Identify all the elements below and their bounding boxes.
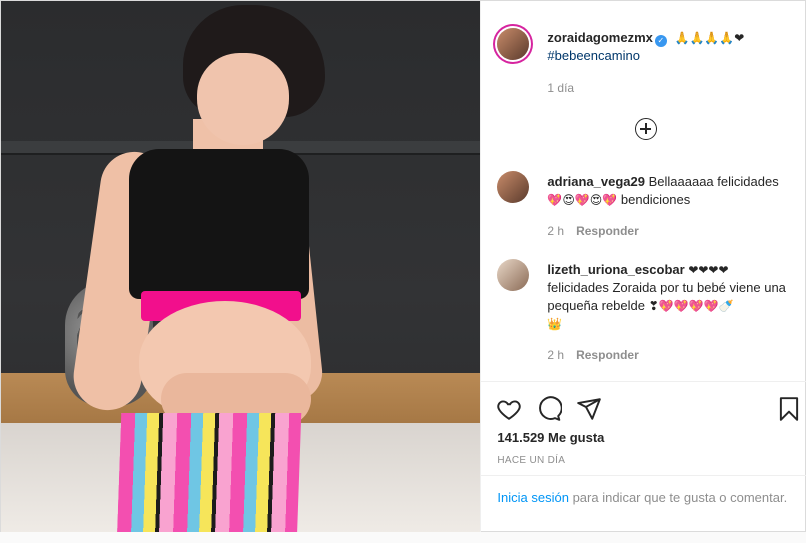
comment-username[interactable]: lizeth_uriona_escobar bbox=[547, 262, 684, 277]
photo-skirt bbox=[116, 413, 302, 532]
comment-emojis: 💖😍💖😍💖 bbox=[547, 193, 618, 207]
comment-avatar[interactable] bbox=[497, 259, 530, 291]
reply-button[interactable]: Responder bbox=[576, 224, 639, 238]
comment-emojis-2: ❣💖💖💖💖🍼 bbox=[648, 299, 734, 313]
post-timestamp: HACE UN DÍA bbox=[497, 455, 566, 466]
instagram-post: zoraidagomezmx ✓ 🙏🙏🙏🙏❤ #bebeencamino 1 dí… bbox=[0, 0, 806, 532]
comment-avatar[interactable] bbox=[497, 171, 530, 203]
comment-time: 2 h bbox=[547, 224, 565, 238]
post-caption: zoraidagomezmx ✓ 🙏🙏🙏🙏❤ #bebeencamino bbox=[547, 29, 787, 65]
comment-time: 2 h bbox=[547, 348, 565, 362]
comment-item: adriana_vega29 Bellaaaaaa felicidades 💖😍… bbox=[547, 173, 787, 209]
caption-time: 1 día bbox=[547, 81, 575, 95]
likes-count[interactable]: 141.529 Me gusta bbox=[497, 430, 604, 445]
login-prompt: Inicia sesión para indicar que te gusta … bbox=[481, 475, 806, 519]
plus-circle-icon[interactable] bbox=[635, 118, 658, 140]
comment-icon[interactable] bbox=[536, 396, 563, 422]
post-photo[interactable] bbox=[1, 1, 481, 532]
author-username[interactable]: zoraidagomezmx bbox=[547, 30, 652, 45]
share-icon[interactable] bbox=[576, 396, 602, 422]
comment-text: Bellaaaaaa felicidades bbox=[648, 174, 779, 189]
bookmark-icon[interactable] bbox=[776, 396, 802, 422]
comment-meta: 2 h Responder bbox=[547, 348, 638, 362]
comment-text-2: bendiciones bbox=[620, 192, 691, 207]
likes-label: Me gusta bbox=[548, 430, 605, 445]
heart-icon[interactable] bbox=[496, 396, 522, 422]
comment-emojis-3: 👑 bbox=[547, 317, 563, 331]
photo-face bbox=[197, 53, 289, 145]
author-avatar[interactable] bbox=[497, 28, 530, 60]
comment-emojis: ❤❤❤❤ bbox=[688, 263, 729, 277]
photo-sport-top bbox=[129, 149, 309, 299]
comment-username[interactable]: adriana_vega29 bbox=[547, 174, 645, 189]
verified-icon: ✓ bbox=[654, 35, 667, 47]
likes-number: 141.529 bbox=[497, 430, 545, 445]
login-prompt-text: para indicar que te gusta o comentar. bbox=[572, 490, 788, 505]
caption-emojis: 🙏🙏🙏🙏❤ bbox=[674, 31, 745, 45]
post-actions: 141.529 Me gusta HACE UN DÍA Inicia sesi… bbox=[481, 381, 806, 532]
comment-item: lizeth_uriona_escobar ❤❤❤❤ felicidades Z… bbox=[547, 261, 787, 333]
reply-button[interactable]: Responder bbox=[576, 348, 639, 362]
comment-meta: 2 h Responder bbox=[547, 224, 638, 238]
login-link[interactable]: Inicia sesión bbox=[497, 490, 569, 505]
post-side-panel: zoraidagomezmx ✓ 🙏🙏🙏🙏❤ #bebeencamino 1 dí… bbox=[480, 1, 806, 532]
caption-hashtag[interactable]: #bebeencamino bbox=[547, 48, 640, 63]
